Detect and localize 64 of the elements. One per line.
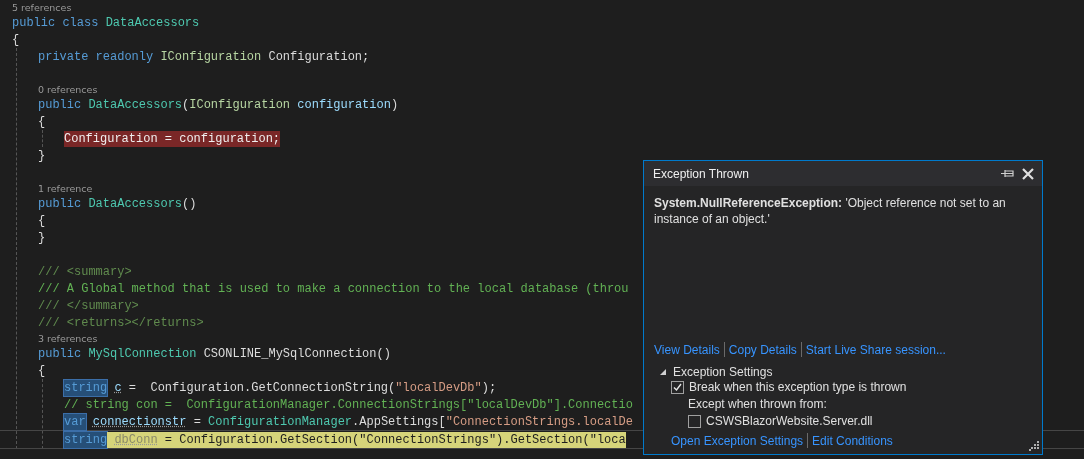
code-text: { <box>38 212 46 229</box>
link[interactable]: View Details <box>654 342 720 357</box>
keyword: string <box>64 431 108 448</box>
checkbox-label: Break when this exception type is thrown <box>689 380 907 394</box>
link[interactable]: Open Exception Settings <box>671 433 804 448</box>
pin-icon[interactable] <box>1001 169 1014 178</box>
variable-name: c <box>113 379 122 396</box>
code-text: Configuration = configuration; <box>64 130 281 147</box>
code-text: { <box>12 31 20 48</box>
keyword: public class <box>12 14 100 31</box>
reference-count[interactable]: 3 references <box>38 332 98 344</box>
reference-count[interactable]: 1 reference <box>38 182 93 194</box>
type-name: ConfigurationManager <box>208 413 353 430</box>
code-text: = Configuration.GetConnectionString( <box>127 379 396 396</box>
variable-name: connectionstr <box>91 413 187 430</box>
checkbox[interactable] <box>688 414 701 428</box>
section-title: Exception Settings <box>673 365 773 379</box>
type-name: DataAccessors <box>105 14 200 31</box>
resize-grip-icon[interactable] <box>1029 441 1039 451</box>
type-name: DataAccessors <box>88 96 183 113</box>
keyword: var <box>64 413 86 430</box>
interface-name: IConfiguration <box>160 48 262 65</box>
string-literal: "localDevDb" <box>395 379 482 396</box>
code-text: { <box>38 362 46 379</box>
reference-count[interactable]: 0 references <box>38 83 98 95</box>
reference-count[interactable]: 5 references <box>12 1 72 13</box>
popup-title: Exception Thrown <box>653 166 750 181</box>
code-comment: // string con = ConfigurationManager.ConnectionStrings["localDevDb"].Connectio <box>64 396 633 413</box>
interface-name: IConfiguration <box>189 96 291 113</box>
code-text: CSONLINE_MySqlConnection() <box>202 345 391 362</box>
type-name: MySqlConnection <box>88 345 197 362</box>
collapse-triangle-icon[interactable] <box>659 368 667 376</box>
string-literal: "ConnectionStrings.localDe <box>445 413 633 430</box>
keyword: public <box>38 345 83 362</box>
variable-name: dbConn <box>107 431 158 448</box>
code-text: ); <box>481 379 497 396</box>
doc-comment: /// <summary> <box>38 263 132 280</box>
checkbox[interactable] <box>671 380 684 394</box>
keyword: string <box>64 379 108 396</box>
code-text: } <box>38 229 46 246</box>
checkbox-label: CSWSBlazorWebsite.Server.dll <box>706 414 873 428</box>
keyword: private readonly <box>38 48 155 65</box>
link[interactable]: Edit Conditions <box>812 433 893 448</box>
doc-comment: /// <returns></returns> <box>38 314 204 331</box>
code-text: ( <box>182 96 190 113</box>
code-comment: /// A Global method that is used to make a connection to the local database (throu <box>38 280 629 297</box>
code-text: ) <box>390 96 399 113</box>
exception-message: System.NullReferenceException: 'Object reference not set to an instance of an object.' <box>654 195 1007 227</box>
keyword: public <box>38 96 83 113</box>
code-text: () <box>182 195 197 212</box>
code-text: } <box>38 147 46 164</box>
code-text: = <box>192 413 202 430</box>
doc-comment: /// </summary> <box>38 297 139 314</box>
code-text: { <box>38 113 46 130</box>
code-text: .AppSettings[ <box>352 413 446 430</box>
code-text: = Configuration.GetSection("ConnectionStrings").GetSection("loca <box>157 431 626 448</box>
variable-name: configuration <box>296 96 391 113</box>
close-icon[interactable] <box>1022 167 1034 180</box>
keyword: public <box>38 195 83 212</box>
link[interactable]: Copy Details <box>728 342 797 357</box>
code-text: Configuration; <box>267 48 370 65</box>
link[interactable]: Start Live Share session... <box>805 342 946 357</box>
type-name: DataAccessors <box>88 195 183 212</box>
except-label: Except when thrown from: <box>688 396 828 412</box>
